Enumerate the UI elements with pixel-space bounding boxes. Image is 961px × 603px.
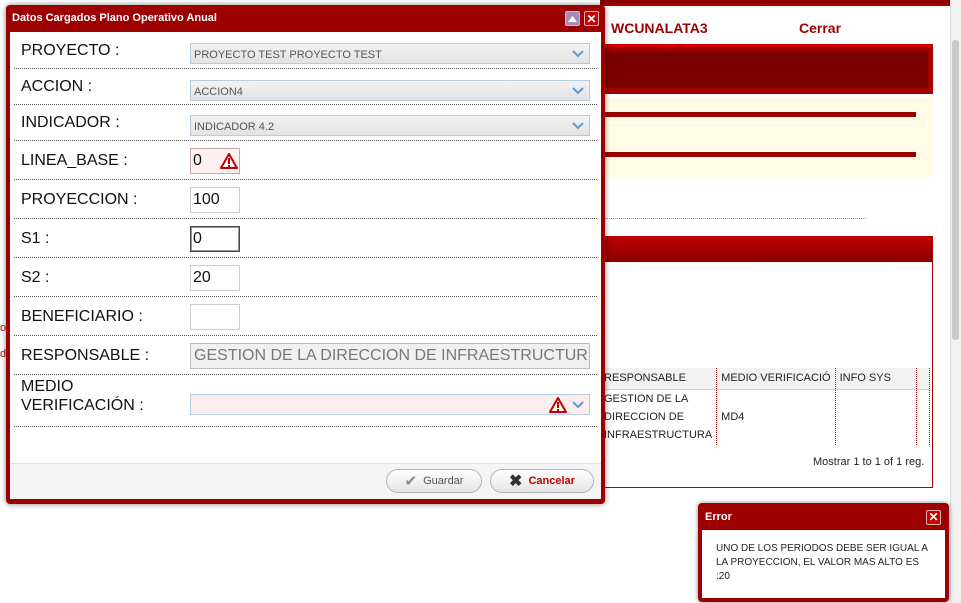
data-grid: RESPONSABLE MEDIO VERIFICACIÓ INFO SYS G… — [600, 368, 931, 445]
s2-label: S2 : — [21, 269, 50, 286]
error-toast-message: UNO DE LOS PERIODOS DEBE SER IGUAL A LA … — [702, 530, 945, 598]
warning-icon — [549, 397, 567, 413]
dialog-title: Datos Cargados Plano Operativo Anual — [12, 12, 217, 24]
beneficiario-label: BENEFICIARIO : — [21, 308, 143, 325]
field-row-accion: ACCION : ACCION4 — [14, 69, 597, 105]
error-toast-title: Error — [705, 511, 732, 523]
dialog-footer: ✔ Guardar ✖ Cancelar — [10, 463, 601, 499]
accion-select[interactable]: ACCION4 — [190, 80, 590, 101]
indicador-label: INDICADOR : — [21, 114, 120, 131]
background-dotted-line — [600, 218, 866, 219]
s2-input[interactable]: 20 — [190, 265, 240, 291]
grid-col-info[interactable]: INFO SYS — [835, 368, 917, 390]
s1-input[interactable]: 0 — [190, 226, 240, 252]
grid-col-responsable[interactable]: RESPONSABLE — [600, 368, 718, 390]
responsable-label: RESPONSABLE : — [21, 347, 150, 364]
field-row-linea-base: LINEA_BASE : 0 — [14, 141, 597, 180]
field-row-medio: MEDIO VERIFICACIÓN : — [14, 375, 597, 427]
background-banner-inner — [600, 52, 928, 88]
medio-verificacion-select[interactable] — [190, 394, 590, 415]
s1-label: S1 : — [21, 230, 50, 247]
close-icon[interactable]: ✕ — [926, 510, 941, 525]
cancel-button[interactable]: ✖ Cancelar — [490, 469, 594, 493]
chevron-down-icon[interactable] — [567, 116, 589, 135]
grid-header-row: RESPONSABLE MEDIO VERIFICACIÓ INFO SYS — [600, 368, 931, 390]
grid-cell-medio: MD4 — [716, 389, 836, 445]
field-row-beneficiario: BENEFICIARIO : — [14, 297, 597, 336]
grid-cell-responsable: GESTION DE LA DIRECCION DE INFRAESTRUCTU… — [600, 389, 718, 445]
field-row-s1: S1 : 0 — [14, 219, 597, 258]
close-icon[interactable]: ✕ — [584, 11, 599, 26]
indicador-value: INDICADOR 4.2 — [194, 121, 275, 133]
proyeccion-label: PROYECCION : — [21, 191, 138, 208]
chevron-down-icon[interactable] — [567, 81, 589, 100]
poa-dialog: Datos Cargados Plano Operativo Anual ✕ P… — [6, 5, 605, 504]
user-name[interactable]: WCUNALATA3 — [611, 20, 708, 36]
warning-icon — [220, 153, 238, 169]
responsable-field: GESTION DE LA DIRECCION DE INFRAESTRUCTU… — [190, 343, 590, 369]
background-header-bar — [600, 0, 961, 6]
grid-cell-info — [835, 389, 917, 445]
proyeccion-input[interactable]: 100 — [190, 187, 240, 213]
field-row-indicador: INDICADOR : INDICADOR 4.2 — [14, 105, 597, 141]
beneficiario-input[interactable] — [190, 304, 240, 330]
background-grid-header — [600, 236, 933, 262]
grid-col-medio[interactable]: MEDIO VERIFICACIÓ — [716, 368, 836, 390]
grid-col-extra — [916, 368, 931, 390]
save-button-label: Guardar — [423, 475, 464, 487]
linea-base-label: LINEA_BASE : — [21, 152, 128, 169]
background-info-area — [600, 97, 933, 177]
field-row-s2: S2 : 20 — [14, 258, 597, 297]
indicador-select[interactable]: INDICADOR 4.2 — [190, 115, 590, 136]
accion-label: ACCION : — [21, 78, 93, 95]
chevron-down-icon[interactable] — [567, 395, 589, 414]
cancel-button-label: Cancelar — [528, 475, 575, 487]
check-icon: ✔ — [404, 473, 418, 490]
field-row-responsable: RESPONSABLE : GESTION DE LA DIRECCION DE… — [14, 336, 597, 375]
grid-cell-extra — [916, 389, 931, 445]
proyecto-select[interactable]: PROYECTO TEST PROYECTO TEST — [190, 43, 590, 64]
page-scrollbar-thumb[interactable] — [952, 40, 959, 340]
background-divider — [600, 152, 916, 157]
medio-label-line2: VERIFICACIÓN : — [21, 397, 144, 414]
table-row[interactable]: GESTION DE LA DIRECCION DE INFRAESTRUCTU… — [600, 389, 931, 445]
field-row-proyecto: PROYECTO : PROYECTO TEST PROYECTO TEST — [14, 32, 597, 69]
proyecto-value: PROYECTO TEST PROYECTO TEST — [194, 49, 382, 61]
background-grid-panel — [600, 236, 933, 488]
minimize-icon[interactable] — [565, 11, 580, 26]
dialog-body: PROYECTO : PROYECTO TEST PROYECTO TEST A… — [10, 32, 601, 463]
save-button[interactable]: ✔ Guardar — [386, 469, 482, 493]
chevron-down-icon[interactable] — [567, 44, 589, 63]
proyecto-label: PROYECTO : — [21, 42, 120, 59]
field-row-proyeccion: PROYECCION : 100 — [14, 180, 597, 219]
accion-value: ACCION4 — [194, 86, 243, 98]
error-toast: Error ✕ UNO DE LOS PERIODOS DEBE SER IGU… — [698, 503, 949, 602]
background-divider — [600, 112, 916, 117]
logout-link[interactable]: Cerrar — [799, 20, 841, 36]
cancel-x-icon: ✖ — [509, 473, 523, 490]
grid-pager: Mostrar 1 to 1 of 1 reg. — [813, 456, 925, 468]
medio-label-line1: MEDIO — [21, 378, 74, 395]
